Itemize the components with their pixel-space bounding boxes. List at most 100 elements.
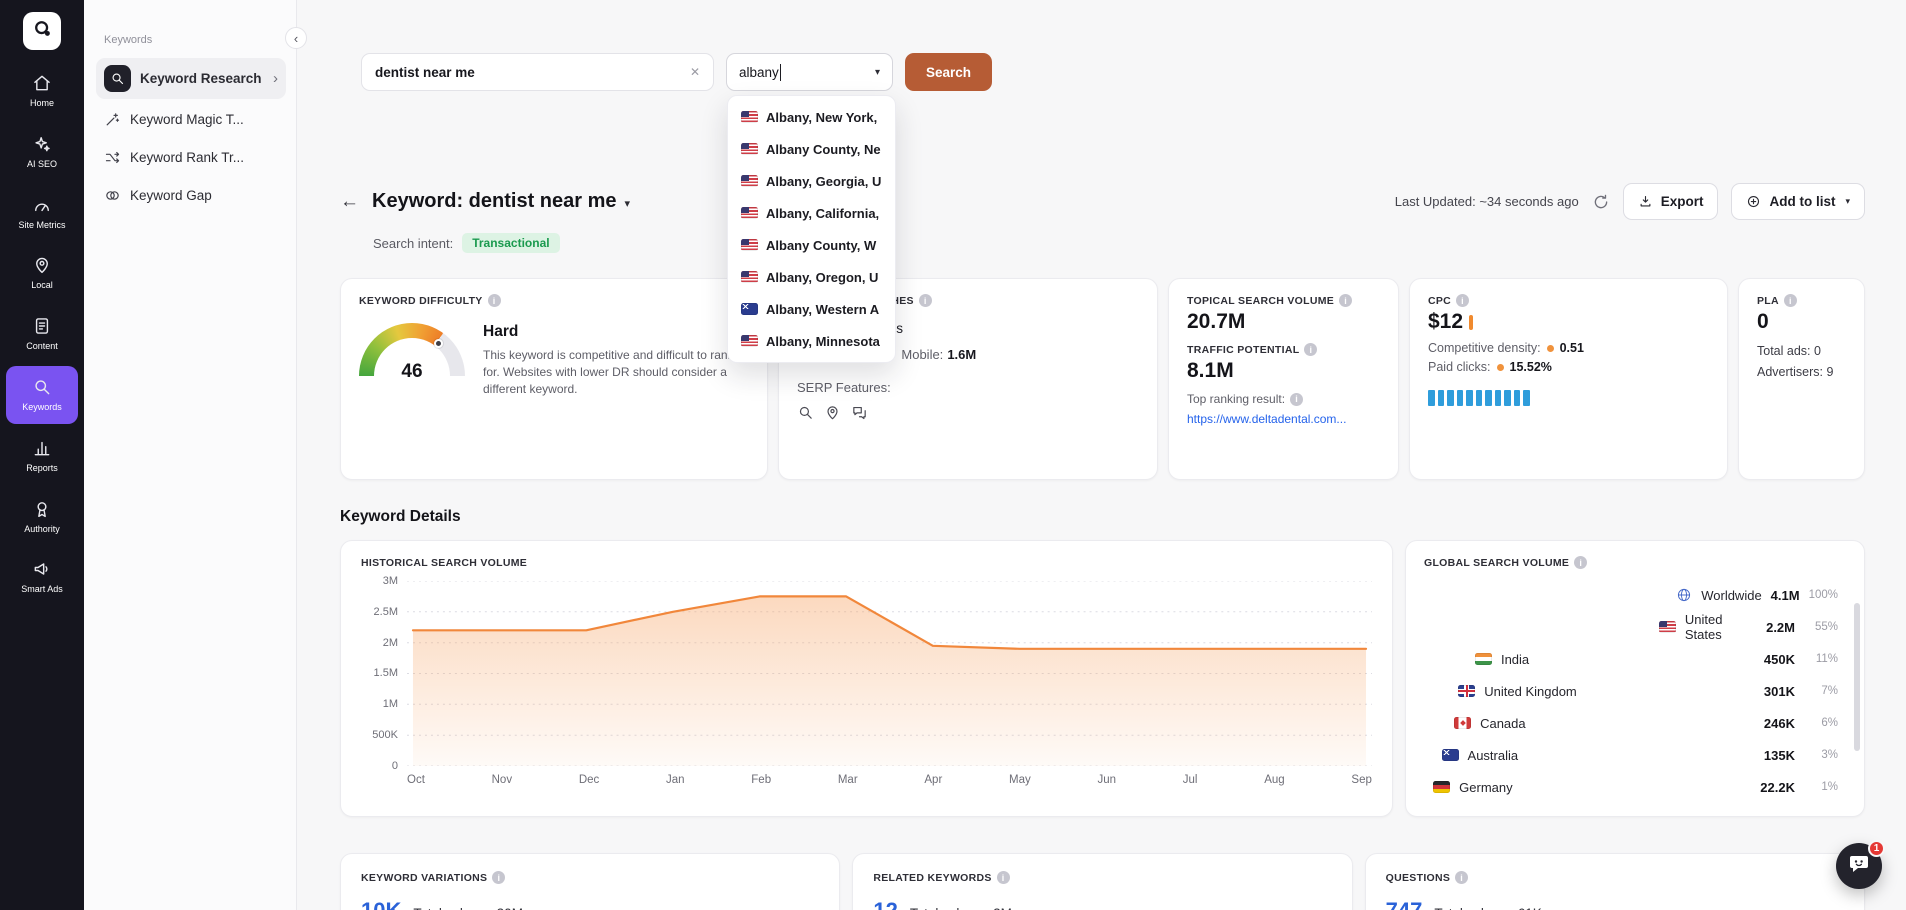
chat-unread-badge: 1 — [1868, 840, 1885, 857]
page-header: ← Keyword: dentist near me ▾ Last Update… — [340, 183, 1865, 220]
subnav-item-keyword-rank-tr[interactable]: Keyword Rank Tr... — [96, 140, 286, 175]
flag-us-icon — [741, 207, 758, 219]
subnav-item-keyword-research[interactable]: Keyword Research › — [96, 58, 286, 99]
info-icon[interactable] — [1290, 392, 1304, 406]
country-percent: 7% — [1821, 685, 1838, 697]
text-cursor — [779, 63, 782, 81]
refresh-icon[interactable] — [1592, 193, 1610, 211]
sidebar-item-local[interactable]: Local — [6, 244, 78, 302]
sidebar-item-reports[interactable]: Reports — [6, 427, 78, 485]
location-option-albany-georgia-u[interactable]: Albany, Georgia, U — [728, 165, 895, 197]
info-icon[interactable] — [1304, 343, 1318, 356]
flag-us-icon — [741, 143, 758, 155]
primary-nav: Home AI SEO Site Metrics Local Content Keywor… — [6, 62, 78, 609]
sidebar-item-content[interactable]: Content — [6, 305, 78, 363]
info-icon[interactable] — [996, 871, 1010, 884]
export-button[interactable]: Export — [1622, 183, 1719, 220]
ad-history-bar — [1428, 390, 1435, 406]
country-row-australia[interactable]: Australia 135K 3% — [1406, 739, 1864, 771]
serp-search-icon[interactable] — [797, 404, 814, 421]
flag-ca-icon — [1454, 717, 1472, 729]
x-tick-label: Apr — [924, 774, 943, 786]
serp-chat-icon[interactable] — [851, 404, 868, 421]
location-select[interactable]: albany ▾ Albany, New York, Albany County,… — [726, 53, 896, 363]
related-count: 12 — [873, 898, 897, 910]
related-keywords-card[interactable]: RELATED KEYWORDS 12 Total volume: 2M — [852, 853, 1353, 910]
location-option-albany-oregon-u[interactable]: Albany, Oregon, U — [728, 261, 895, 293]
flag-au-icon — [1441, 749, 1459, 761]
chat-widget-button[interactable]: 1 — [1836, 840, 1885, 889]
location-dropdown: Albany, New York, Albany County, Ne Albany… — [727, 95, 896, 363]
top-ranking-link[interactable]: https://www.deltadental.com... — [1187, 412, 1380, 426]
subnav-item-keyword-magic-t[interactable]: Keyword Magic T... — [96, 102, 286, 137]
info-icon[interactable] — [918, 294, 932, 307]
info-icon[interactable] — [1783, 294, 1797, 307]
keyword-search-input[interactable]: dentist near me ✕ — [361, 53, 714, 91]
collapse-sidebar-button[interactable]: ‹ — [285, 27, 307, 49]
location-option-albany-county-w[interactable]: Albany County, W — [728, 229, 895, 261]
export-icon — [1638, 194, 1653, 209]
info-icon[interactable] — [487, 294, 501, 307]
chevron-down-icon: ▾ — [1845, 196, 1850, 206]
ad-history-bar — [1466, 390, 1473, 406]
cpc-alert-icon — [1469, 314, 1474, 330]
info-icon[interactable] — [1339, 294, 1353, 307]
country-row-united-states[interactable]: United States 2.2M 55% — [1406, 611, 1864, 643]
location-option-albany-minnesota[interactable]: Albany, Minnesota — [728, 325, 895, 357]
serp-location-icon[interactable] — [824, 404, 841, 421]
search-intent-label: Search intent: — [373, 235, 454, 251]
app-logo[interactable] — [23, 12, 61, 50]
country-row-worldwide[interactable]: Worldwide 4.1M 100% — [1406, 579, 1864, 611]
bottom-stats-row: KEYWORD VARIATIONS 10K Total volume: 20M… — [340, 853, 1865, 910]
keyword-variations-card[interactable]: KEYWORD VARIATIONS 10K Total volume: 20M — [340, 853, 841, 910]
ads-history-bars — [1428, 390, 1709, 406]
keyword-difficulty-card: KEYWORD DIFFICULTY 46 Hard This keyword … — [340, 278, 768, 480]
info-icon[interactable] — [492, 871, 506, 884]
sidebar-item-keywords[interactable]: Keywords — [6, 365, 78, 424]
country-percent: 100% — [1808, 589, 1838, 601]
location-typed-text: albany — [739, 64, 779, 80]
country-percent: 6% — [1821, 717, 1838, 729]
sidebar-item-home[interactable]: Home — [6, 62, 78, 120]
app-root: Home AI SEO Site Metrics Local Content Keywor… — [0, 0, 1906, 910]
serp-features-label: SERP Features: — [797, 380, 891, 395]
intent-badge[interactable]: Transactional — [462, 233, 560, 253]
info-icon[interactable] — [1456, 294, 1470, 307]
subnav-item-keyword-gap[interactable]: Keyword Gap — [96, 178, 286, 213]
country-row-canada[interactable]: Canada 246K 6% — [1406, 707, 1864, 739]
country-row-germany[interactable]: Germany 22.2K 1% — [1406, 771, 1864, 803]
questions-card[interactable]: QUESTIONS 747 Total volume: 61K — [1364, 853, 1865, 910]
sidebar-item-label: Local — [31, 280, 53, 291]
flag-us-icon — [741, 239, 758, 251]
add-to-list-button[interactable]: Add to list ▾ — [1731, 183, 1865, 220]
clear-input-icon[interactable]: ✕ — [690, 65, 700, 79]
country-list: Worldwide 4.1M 100% United States 2.2M 55% Ind… — [1406, 579, 1864, 803]
sidebar-item-site-metrics[interactable]: Site Metrics — [6, 184, 78, 242]
keyword-details-title: Keyword Details — [340, 508, 461, 525]
flag-us-icon — [741, 111, 758, 123]
orange-dot-icon — [1496, 363, 1504, 371]
topical-volume-card: TOPICAL SEARCH VOLUME 20.7M TRAFFIC POTE… — [1168, 278, 1399, 480]
location-option-albany-western-a[interactable]: Albany, Western A — [728, 293, 895, 325]
volume-chart[interactable] — [407, 581, 1372, 766]
info-icon[interactable] — [1455, 871, 1469, 884]
location-option-albany-california[interactable]: Albany, California, — [728, 197, 895, 229]
flag-us-icon — [741, 335, 758, 347]
historical-volume-card: HISTORICAL SEARCH VOLUME 3M 2.5M 2M 1.5M 1M 5… — [340, 540, 1393, 817]
search-intent-row: Search intent: Transactional — [373, 233, 1865, 253]
country-row-united-kingdom[interactable]: United Kingdom 301K 7% — [1406, 675, 1864, 707]
pla-card: PLA 0 Total ads: 0 Advertisers: 9 — [1738, 278, 1865, 480]
page-title[interactable]: Keyword: dentist near me ▾ — [372, 190, 630, 213]
difficulty-level: Hard — [483, 323, 519, 340]
sidebar-item-ai-seo[interactable]: AI SEO — [6, 123, 78, 181]
country-row-india[interactable]: India 450K 11% — [1406, 643, 1864, 675]
location-option-albany-county-ne[interactable]: Albany County, Ne — [728, 133, 895, 165]
search-button[interactable]: Search — [905, 53, 992, 91]
sidebar-item-smart-ads[interactable]: Smart Ads — [6, 548, 78, 606]
sidebar-item-authority[interactable]: Authority — [6, 488, 78, 546]
scrollbar-thumb[interactable] — [1854, 603, 1860, 751]
reports-icon — [32, 438, 52, 458]
back-button[interactable]: ← — [340, 192, 359, 211]
location-option-albany-new-york[interactable]: Albany, New York, — [728, 101, 895, 133]
info-icon[interactable] — [1574, 556, 1588, 569]
